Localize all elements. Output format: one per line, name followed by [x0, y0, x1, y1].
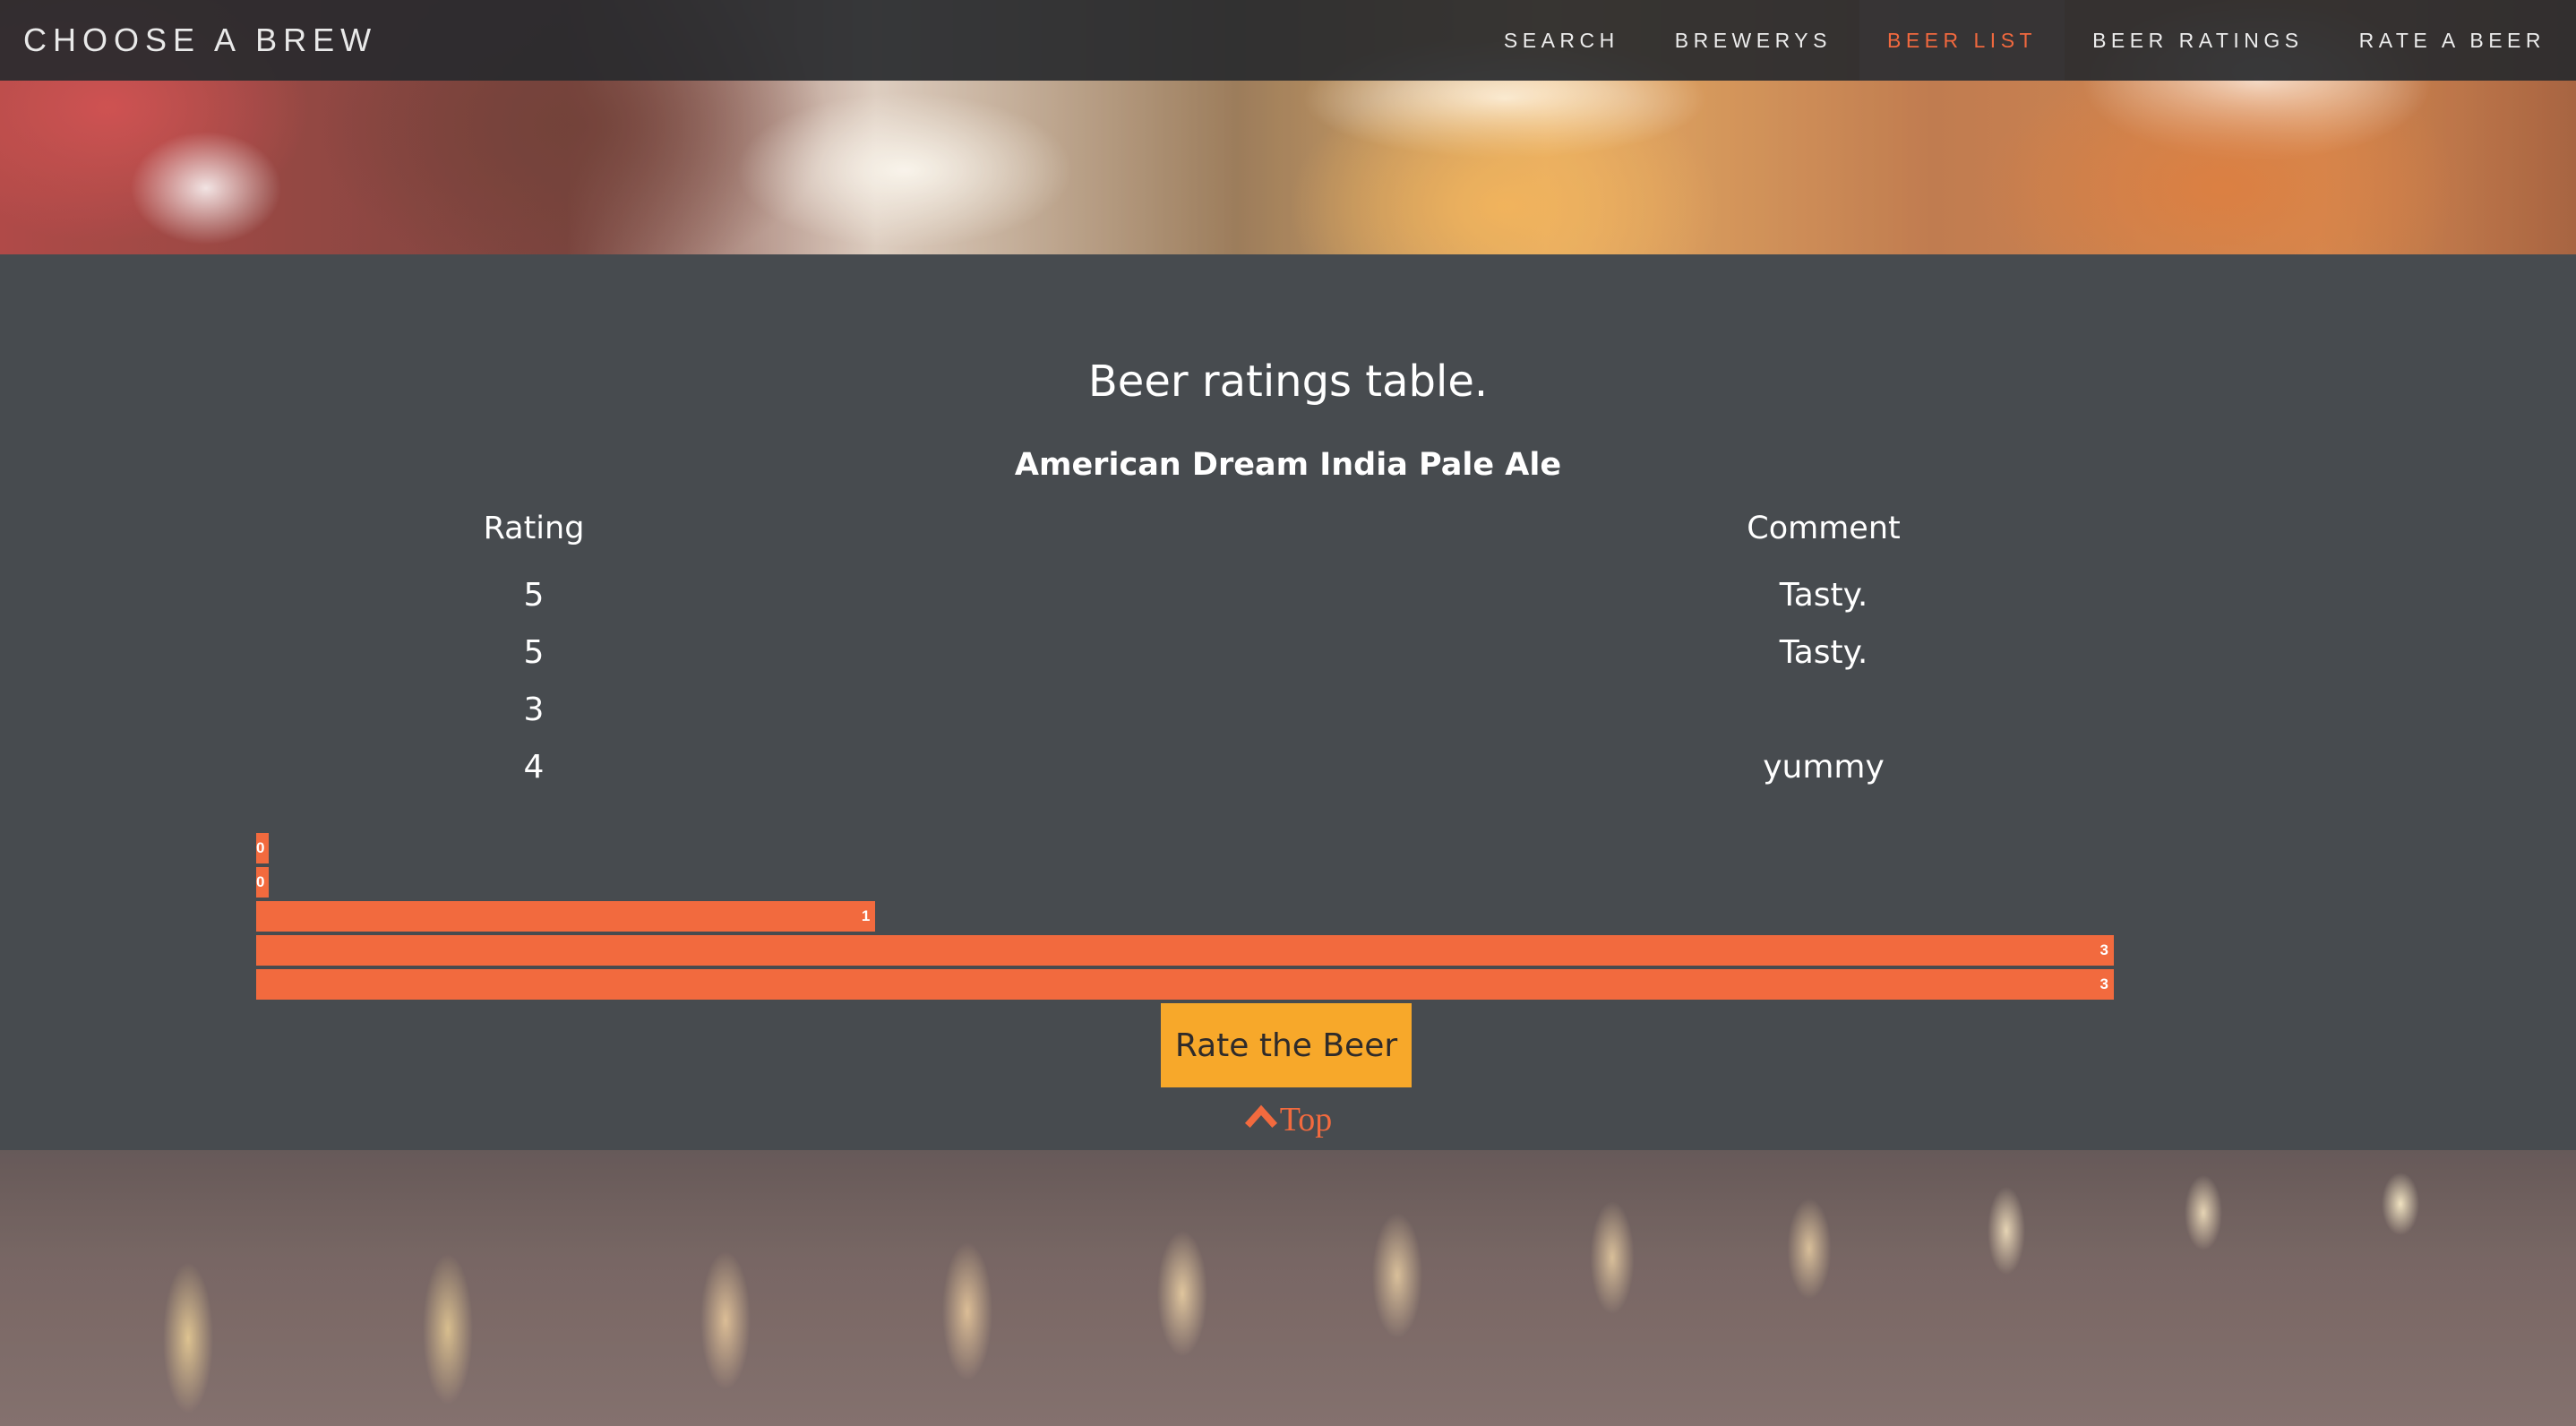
nav-link-rate-a-beer[interactable]: RATE A BEER [2331, 0, 2553, 81]
rating-cell: 4 [523, 749, 545, 786]
bar-row: 1 [256, 901, 2114, 935]
table-row: 3 [0, 692, 2576, 749]
rating-distribution-chart: 00133 [256, 833, 2114, 1003]
bar-row: 3 [256, 969, 2114, 1003]
comment-cell: Tasty. [1779, 577, 1868, 614]
column-header-comment: Comment [1747, 511, 1901, 546]
navbar: CHOOSE A BREW SEARCH BREWERYS BEER LIST … [0, 0, 2576, 81]
nav-link-beer-ratings[interactable]: BEER RATINGS [2065, 0, 2331, 81]
table-row: 4 yummy [0, 749, 2576, 806]
chart-bar: 0 [256, 833, 269, 863]
ratings-table: 5 Tasty. 5 Tasty. 3 4 yummy [0, 577, 2576, 806]
rating-cell: 3 [523, 692, 545, 728]
back-to-top-link[interactable]: Top [0, 1100, 2576, 1139]
beer-name: American Dream India Pale Ale [1014, 447, 1562, 483]
comment-cell: Tasty. [1779, 634, 1868, 671]
nav-links: SEARCH BREWERYS BEER LIST BEER RATINGS R… [1476, 0, 2553, 81]
nav-link-brewerys[interactable]: BREWERYS [1647, 0, 1859, 81]
chart-bar: 0 [256, 867, 269, 898]
bar-row: 0 [256, 833, 2114, 867]
top-link-label: Top [1279, 1101, 1333, 1138]
ratings-section: Beer ratings table. American Dream India… [0, 254, 2576, 1150]
brand-logo[interactable]: CHOOSE A BREW [23, 21, 377, 59]
chevron-up-icon [1244, 1104, 1277, 1128]
table-row: 5 Tasty. [0, 634, 2576, 692]
bar-row: 0 [256, 867, 2114, 901]
chart-bar: 3 [256, 935, 2114, 966]
chart-bar: 3 [256, 969, 2114, 1000]
chart-bar: 1 [256, 901, 876, 932]
nav-link-beer-list[interactable]: BEER LIST [1859, 0, 2065, 81]
table-row: 5 Tasty. [0, 577, 2576, 634]
bar-row: 3 [256, 935, 2114, 969]
rating-cell: 5 [523, 577, 545, 614]
footer-taps-image [0, 1150, 2576, 1426]
column-header-rating: Rating [483, 511, 585, 546]
nav-link-search[interactable]: SEARCH [1476, 0, 1647, 81]
rate-the-beer-button[interactable]: Rate the Beer [1161, 1003, 1412, 1087]
page-title: Beer ratings table. [1087, 356, 1489, 407]
rating-cell: 5 [523, 634, 545, 671]
comment-cell: yummy [1763, 749, 1885, 786]
